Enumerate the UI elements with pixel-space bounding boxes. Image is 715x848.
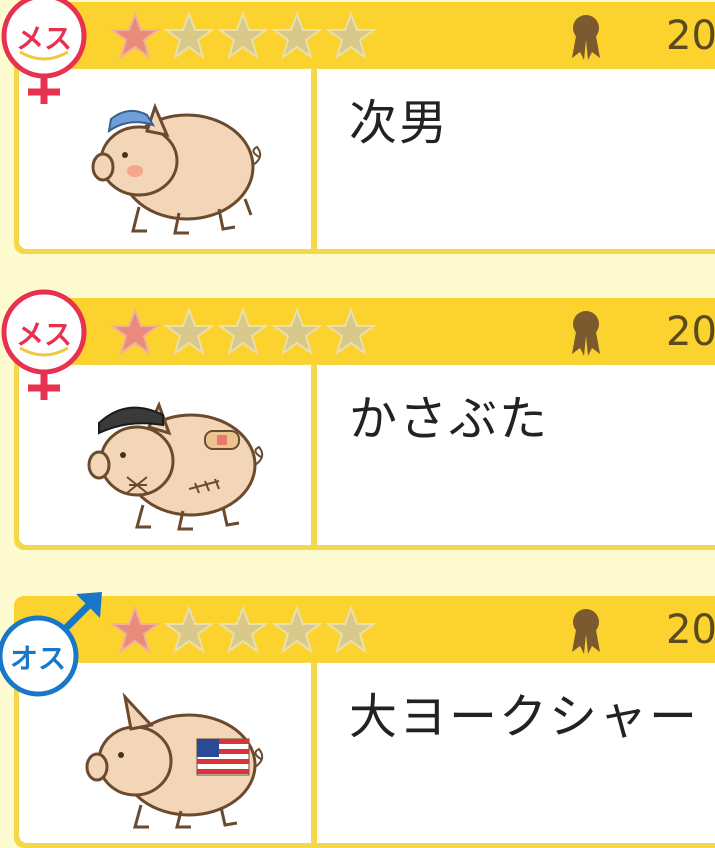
star-empty-icon (270, 605, 324, 654)
star-filled-icon (108, 605, 162, 654)
pig-card[interactable]: 20 かさぶた メス (1, 289, 715, 550)
star-empty-icon (324, 307, 378, 356)
star-filled-icon (108, 307, 162, 356)
pig-with-police-cap-icon (87, 401, 264, 531)
year-label: 20 (666, 13, 715, 59)
pig-name: 大ヨークシャー (349, 689, 700, 745)
card-header: 20 (14, 596, 715, 662)
star-empty-icon (270, 11, 324, 60)
medal-icon (572, 311, 600, 356)
pig-name-panel: 次男 (317, 69, 715, 249)
star-empty-icon (216, 11, 270, 60)
gender-label: メス (16, 22, 72, 55)
rating-stars (108, 604, 378, 656)
male-gender-icon: オス (0, 592, 102, 697)
gender-label: オス (10, 642, 66, 675)
star-empty-icon (270, 307, 324, 356)
rating-stars (108, 10, 378, 62)
female-gender-icon: メス (1, 289, 87, 400)
pig-card[interactable]: 20 大ヨークシャー オス (0, 592, 715, 848)
medal-icon (572, 15, 600, 60)
card-header: 20 (14, 2, 715, 68)
rating-stars (108, 306, 378, 358)
gender-label: メス (16, 318, 72, 351)
star-filled-icon (108, 11, 162, 60)
star-empty-icon (216, 307, 270, 356)
star-empty-icon (324, 11, 378, 60)
pig-name-panel: 大ヨークシャー (317, 663, 715, 843)
pig-card[interactable]: 20 次男 メス (1, 0, 715, 254)
star-empty-icon (162, 11, 216, 60)
pig-name-panel: かさぶた (317, 365, 715, 545)
card-header: 20 (14, 298, 715, 364)
pig-name: かさぶた (349, 391, 550, 447)
star-empty-icon (324, 605, 378, 654)
star-empty-icon (162, 307, 216, 356)
pig-with-cap-icon (91, 102, 262, 235)
pig-with-flag-icon (85, 692, 264, 829)
star-empty-icon (216, 605, 270, 654)
year-label: 20 (666, 309, 715, 355)
female-gender-icon: メス (1, 0, 87, 104)
medal-icon (572, 609, 600, 654)
pig-name: 次男 (349, 95, 450, 151)
year-label: 20 (666, 607, 715, 653)
star-empty-icon (162, 605, 216, 654)
